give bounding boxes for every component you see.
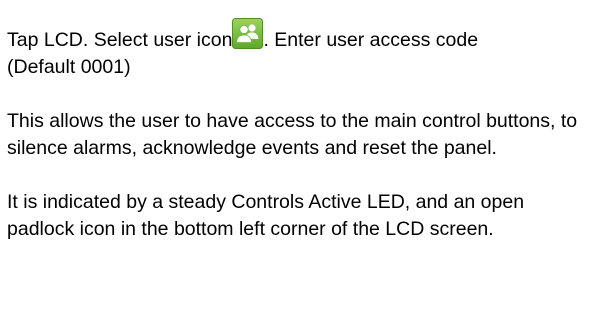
instruction-paragraph: Tap LCD. Select user icon . Enter user a… bbox=[7, 18, 595, 81]
instruction-text-before-icon: Tap LCD. Select user icon bbox=[7, 29, 233, 51]
indicator-description-paragraph: It is indicated by a steady Controls Act… bbox=[7, 191, 525, 240]
user-group-icon bbox=[232, 18, 264, 49]
access-description-paragraph: This allows the user to have access to t… bbox=[7, 110, 578, 159]
instruction-text-after-icon: . Enter user access code bbox=[263, 29, 479, 51]
document-body: Tap LCD. Select user icon . Enter user a… bbox=[7, 18, 595, 243]
instruction-default-code: (Default 0001) bbox=[7, 56, 131, 78]
